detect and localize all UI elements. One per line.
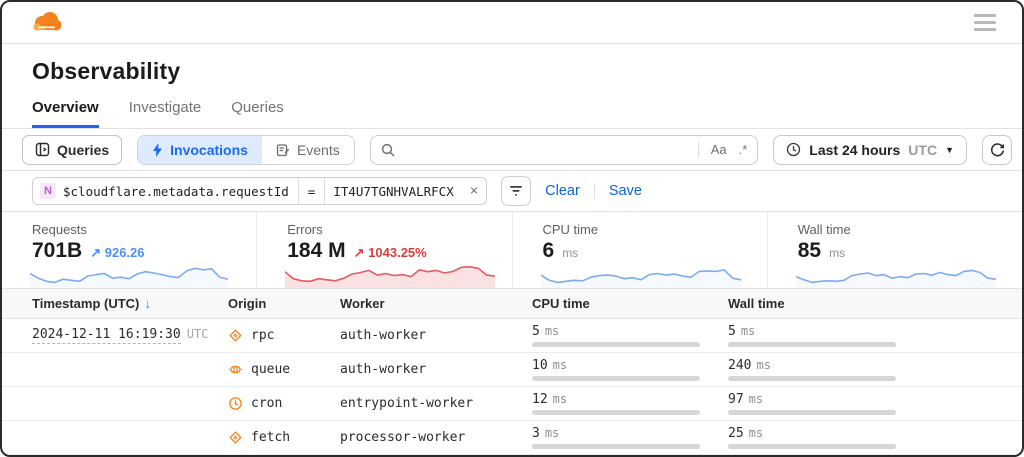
cpu-progress-bar [532, 410, 700, 415]
column-wall-time[interactable]: Wall time [728, 296, 1022, 311]
cpu-progress-bar [532, 376, 700, 381]
events-icon [276, 143, 290, 157]
segment-events[interactable]: Events [262, 136, 354, 164]
tab-overview[interactable]: Overview [32, 99, 99, 128]
column-worker[interactable]: Worker [340, 296, 532, 311]
cpu-progress-bar [532, 342, 700, 347]
cron-icon [228, 396, 243, 411]
worker-cell: processor-worker [340, 430, 532, 445]
fetch-icon [228, 430, 243, 445]
worker-cell: entrypoint-worker [340, 396, 532, 411]
origin-cell: fetch [228, 430, 340, 445]
segment-invocations[interactable]: Invocations [138, 136, 262, 164]
stat-card-requests[interactable]: Requests 701B ↗ 926.26 [2, 212, 256, 288]
clock-icon [786, 142, 801, 157]
time-range-dropdown[interactable]: Last 24 hours UTC ▼ [773, 135, 967, 165]
lightning-icon [152, 143, 163, 157]
wall-progress-bar [728, 376, 896, 381]
errors-sparkline [285, 258, 495, 288]
save-query-button[interactable]: Save [609, 183, 642, 199]
wall-progress-bar [728, 444, 896, 449]
sort-desc-icon: ↓ [144, 296, 151, 311]
clear-filters-button[interactable]: Clear [545, 183, 580, 199]
remove-filter-icon[interactable]: × [462, 178, 486, 204]
worker-cell: auth-worker [340, 328, 532, 343]
filter-options-button[interactable] [501, 176, 531, 206]
search-bar[interactable]: Aa .* [370, 135, 759, 165]
origin-cell: queue [228, 362, 340, 377]
wall-progress-bar [728, 410, 896, 415]
rpc-icon [228, 328, 243, 343]
table-row[interactable]: cron entrypoint-worker 12ms 97ms [2, 387, 1022, 421]
cpu-time-cell: 3ms [532, 426, 728, 449]
filter-operator: = [298, 178, 325, 204]
wall-sparkline [796, 258, 996, 288]
app-window: Observability Overview Investigate Queri… [0, 0, 1024, 457]
wall-time-cell: 5ms [728, 324, 1022, 347]
refresh-icon [990, 142, 1005, 157]
origin-cell: rpc [228, 328, 340, 343]
menu-icon[interactable] [974, 14, 996, 31]
filter-field: $cloudflare.metadata.requestId [60, 178, 298, 204]
stat-card-cpu-time[interactable]: CPU time 6 ms [512, 212, 767, 288]
refresh-button[interactable] [982, 135, 1012, 165]
filter-bar: N $cloudflare.metadata.requestId = IT4U7… [2, 171, 1022, 212]
wall-time-cell: 240ms [728, 358, 1022, 381]
worker-cell: auth-worker [340, 362, 532, 377]
field-type-badge: N [40, 183, 56, 199]
filter-value: IT4U7TGNHVALRFCX [324, 178, 461, 204]
cloudflare-logo-icon [28, 10, 64, 35]
dataset-toggle: Invocations Events [137, 135, 355, 165]
stat-card-wall-time[interactable]: Wall time 85 ms [767, 212, 1022, 288]
queue-icon [228, 362, 243, 377]
stat-card-errors[interactable]: Errors 184 M ↗ 1043.25% [256, 212, 511, 288]
top-bar [2, 2, 1022, 44]
tab-queries[interactable]: Queries [231, 99, 284, 128]
search-input[interactable] [403, 142, 690, 157]
table-row[interactable]: 2024-12-11 16:19:30 UTC rpc auth-worker … [2, 319, 1022, 353]
match-case-icon[interactable]: Aa [711, 142, 727, 157]
tab-bar: Overview Investigate Queries [32, 99, 992, 128]
timestamp-cell[interactable]: 2024-12-11 16:19:30 UTC [32, 327, 228, 344]
wall-progress-bar [728, 342, 896, 347]
table-row[interactable]: queue auth-worker 10ms 240ms [2, 353, 1022, 387]
cpu-sparkline [541, 258, 741, 288]
tab-investigate[interactable]: Investigate [129, 99, 202, 128]
table-header: Timestamp (UTC)↓ Origin Worker CPU time … [2, 289, 1022, 319]
chevron-down-icon: ▼ [945, 145, 954, 155]
search-options: Aa .* [698, 142, 748, 158]
filter-lines-icon [509, 185, 523, 197]
wall-time-cell: 97ms [728, 392, 1022, 415]
cpu-time-cell: 12ms [532, 392, 728, 415]
regex-icon[interactable]: .* [739, 142, 748, 157]
queries-button[interactable]: Queries [22, 135, 122, 165]
wall-time-cell: 25ms [728, 426, 1022, 449]
toolbar: Queries Invocations Events [2, 129, 1022, 171]
column-timestamp[interactable]: Timestamp (UTC)↓ [32, 296, 228, 311]
origin-cell: cron [228, 396, 340, 411]
requests-sparkline [30, 258, 228, 288]
column-origin[interactable]: Origin [228, 296, 340, 311]
page-header: Observability Overview Investigate Queri… [2, 44, 1022, 129]
column-cpu-time[interactable]: CPU time [532, 296, 728, 311]
table-row[interactable]: fetch processor-worker 3ms 25ms [2, 421, 1022, 455]
panel-icon [35, 142, 50, 157]
filter-chip[interactable]: N $cloudflare.metadata.requestId = IT4U7… [32, 177, 487, 205]
invocations-table: Timestamp (UTC)↓ Origin Worker CPU time … [2, 289, 1022, 455]
cpu-time-cell: 10ms [532, 358, 728, 381]
page-title: Observability [32, 58, 992, 85]
search-icon [381, 143, 395, 157]
cpu-time-cell: 5ms [532, 324, 728, 347]
stats-row: Requests 701B ↗ 926.26 Errors 184 M ↗ 10… [2, 212, 1022, 289]
cpu-progress-bar [532, 444, 700, 449]
